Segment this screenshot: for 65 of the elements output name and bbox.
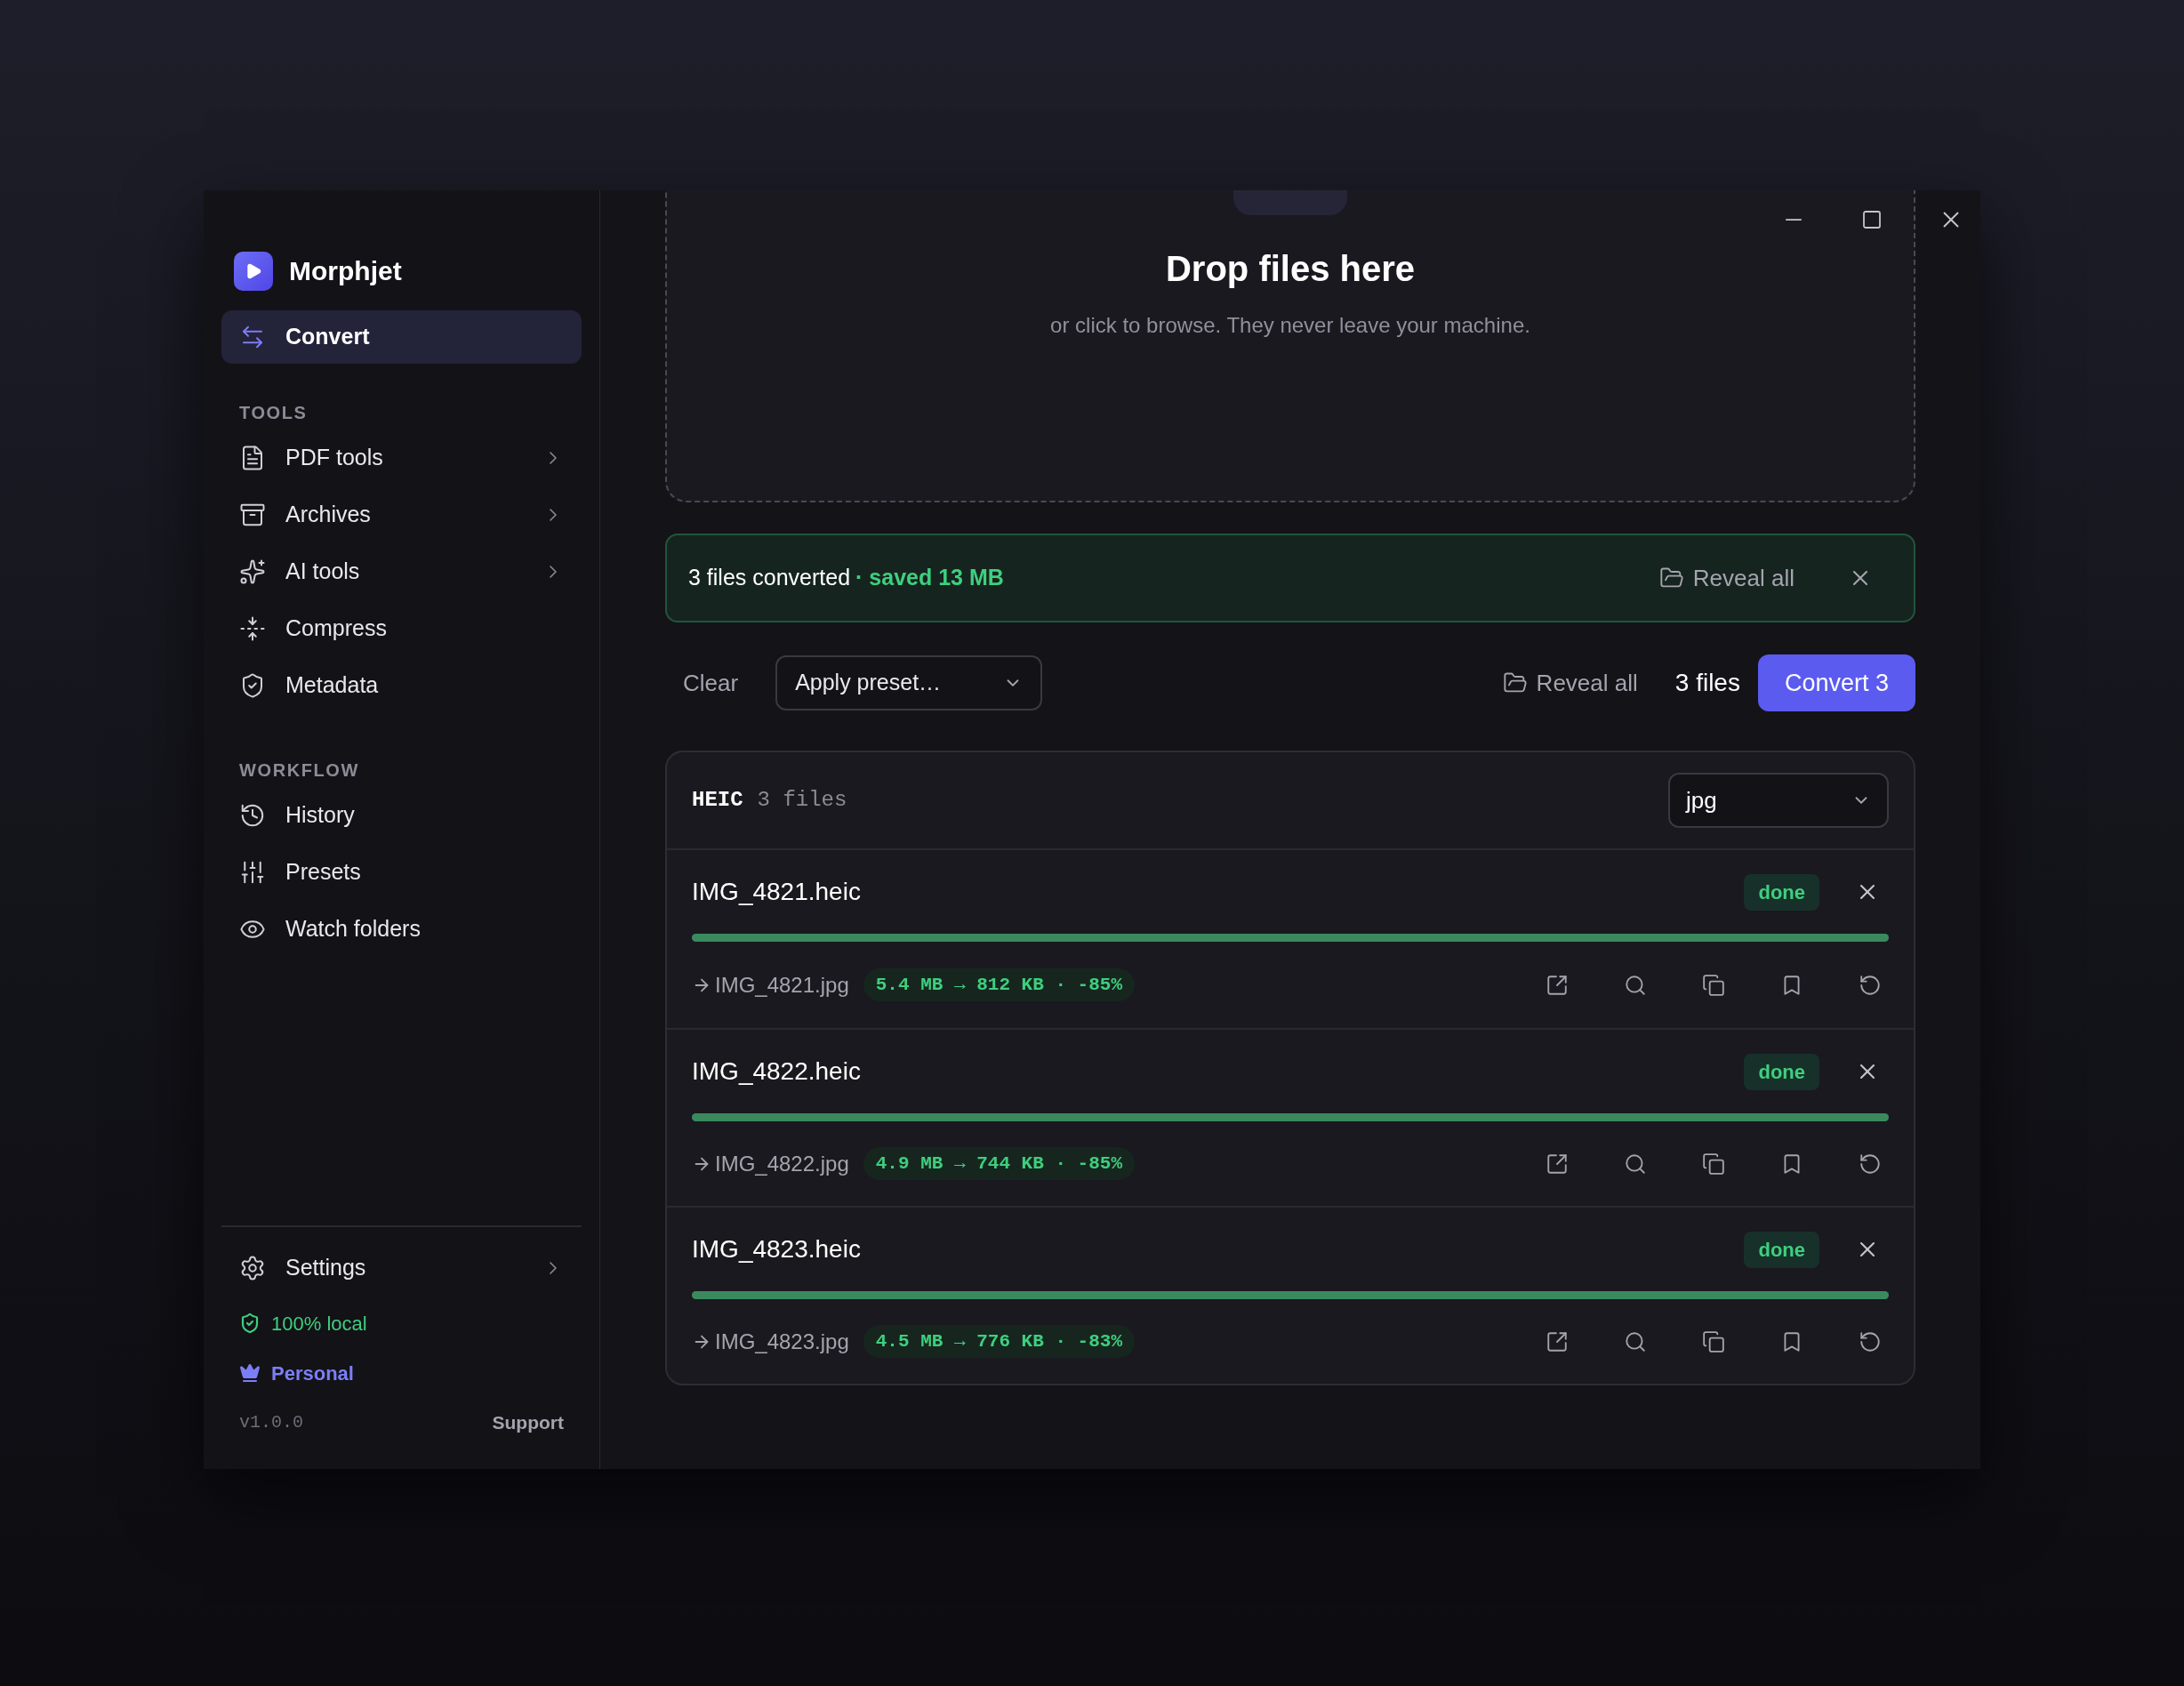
sidebar-item[interactable]: PDF tools: [221, 431, 582, 485]
output-format-select[interactable]: jpg: [1668, 773, 1889, 828]
undo-icon[interactable]: [1859, 1329, 1882, 1353]
search-icon[interactable]: [1624, 1152, 1647, 1176]
size-stats: 4.9 MB → 744 KB · -85%: [863, 1146, 1135, 1181]
app-name: Morphjet: [289, 255, 402, 287]
plan-label: Personal: [271, 1361, 354, 1386]
preset-select[interactable]: Apply preset…: [775, 655, 1043, 711]
sidebar-item[interactable]: History: [221, 789, 582, 842]
maximize-icon[interactable]: [1861, 209, 1883, 230]
undo-icon[interactable]: [1859, 1152, 1882, 1176]
version-label: v1.0.0: [239, 1411, 303, 1434]
drop-zone-title: Drop files here: [1165, 248, 1416, 290]
status-badge: done: [1744, 1053, 1819, 1090]
output-file-name: IMG_4821.jpg: [715, 971, 849, 999]
output-file-name: IMG_4822.jpg: [715, 1150, 849, 1177]
size-stats: 5.4 MB → 812 KB · -85%: [863, 967, 1135, 1002]
section-heading: TOOLS: [238, 402, 309, 424]
output-file-name: IMG_4823.jpg: [715, 1328, 849, 1355]
banner-message: 3 files converted: [688, 564, 851, 592]
reveal-all-button[interactable]: Reveal all: [1658, 560, 1795, 596]
history-icon: [239, 802, 266, 829]
open-external-icon[interactable]: [1546, 1152, 1569, 1176]
status-badge: done: [1744, 873, 1819, 911]
sidebar-item[interactable]: Metadata: [221, 659, 582, 712]
crown-icon: [239, 1362, 261, 1384]
drop-zone[interactable]: Drop files here or click to browse. They never leave your machine.: [665, 190, 1915, 502]
settings-icon: [239, 1255, 266, 1281]
status-badge: done: [1744, 1231, 1819, 1268]
sliders-icon: [239, 859, 266, 886]
search-icon[interactable]: [1624, 1329, 1647, 1353]
compress-arrows-icon: [239, 615, 266, 642]
logo-icon: [234, 251, 273, 291]
reveal-all-button[interactable]: Reveal all: [1502, 665, 1638, 701]
open-external-icon[interactable]: [1546, 1329, 1569, 1353]
copy-icon[interactable]: [1702, 1152, 1725, 1176]
sidebar-item[interactable]: Watch folders: [221, 903, 582, 956]
undo-icon[interactable]: [1859, 973, 1882, 997]
group-file-count: 3 files: [757, 787, 847, 814]
file-name: IMG_4821.heic: [692, 877, 862, 907]
search-icon[interactable]: [1624, 973, 1647, 997]
shield-check-icon: [239, 1313, 261, 1334]
sparkles-icon: [239, 558, 266, 585]
file-name: IMG_4823.heic: [692, 1234, 862, 1264]
sidebar-item[interactable]: Convert: [221, 310, 582, 364]
support-link[interactable]: Support: [492, 1409, 564, 1437]
sidebar-item[interactable]: Compress: [221, 602, 582, 655]
saved-amount: · saved 13 MB: [855, 564, 1004, 592]
convert-button[interactable]: Convert 3: [1757, 654, 1915, 711]
clear-button[interactable]: Clear: [665, 656, 757, 710]
size-stats: 4.5 MB → 776 KB · -83%: [863, 1324, 1135, 1359]
sidebar-item[interactable]: Archives: [221, 488, 582, 542]
sidebar-item[interactable]: Presets: [221, 846, 582, 899]
sidebar-item[interactable]: AI tools: [221, 545, 582, 598]
drop-zone-hint: or click to browse. They never leave your machine.: [1050, 312, 1530, 339]
copy-icon[interactable]: [1702, 973, 1725, 997]
settings-item[interactable]: Settings: [221, 1241, 582, 1295]
copy-icon[interactable]: [1702, 1329, 1725, 1353]
file-name: IMG_4822.heic: [692, 1056, 862, 1087]
file-count: 3 files: [1674, 668, 1740, 698]
section-heading: WORKFLOW: [238, 759, 360, 782]
archive-icon: [239, 502, 266, 528]
open-external-icon[interactable]: [1546, 973, 1569, 997]
privacy-status: 100% local: [271, 1311, 367, 1337]
format-label: HEIC: [692, 787, 743, 814]
